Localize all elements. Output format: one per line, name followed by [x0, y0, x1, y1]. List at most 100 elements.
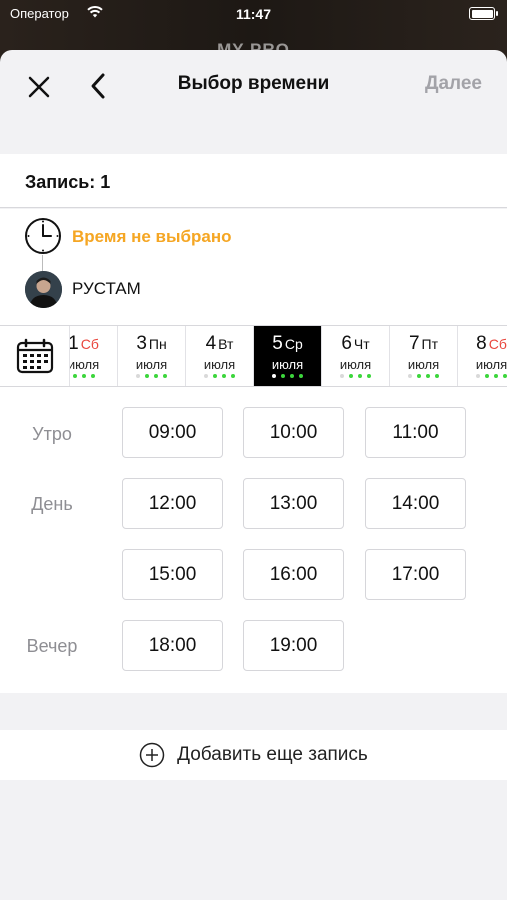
availability-dot — [367, 374, 371, 378]
day-item[interactable]: 8 Сб июля — [458, 326, 507, 386]
day-month: июля — [271, 357, 304, 372]
availability-dots — [118, 374, 185, 378]
availability-dot — [213, 374, 217, 378]
day-header: 7 Пт — [390, 333, 457, 355]
availability-dot — [417, 374, 421, 378]
day-header: 5 Ср — [254, 333, 321, 355]
day-number: 4 — [205, 333, 217, 354]
day-month: июля — [135, 357, 168, 372]
day-weekday: Вт — [218, 336, 234, 352]
availability-dot — [163, 374, 167, 378]
time-slot[interactable]: 14:00 — [365, 478, 466, 529]
availability-dot — [494, 374, 498, 378]
availability-dot — [358, 374, 362, 378]
day-header: 8 Сб — [458, 333, 507, 355]
availability-dot — [145, 374, 149, 378]
availability-dot — [81, 374, 86, 378]
day-number: 8 — [476, 333, 487, 354]
day-weekday: Сб — [488, 336, 507, 352]
nav-bar: Выбор времени Далее — [0, 50, 507, 120]
availability-dot — [154, 374, 158, 378]
day-item[interactable]: 6 Чт июля — [322, 326, 390, 386]
clock-icon — [25, 218, 61, 254]
master-name: РУСТАМ — [72, 279, 141, 298]
time-slot[interactable]: 18:00 — [122, 620, 223, 671]
plus-circle-icon — [139, 742, 165, 768]
day-item[interactable]: 3 Пн июля — [118, 326, 186, 386]
availability-dot — [426, 374, 430, 378]
calendar-button[interactable] — [0, 326, 70, 386]
availability-dot — [204, 374, 208, 378]
time-slot[interactable]: 16:00 — [243, 549, 344, 600]
time-slot[interactable]: 09:00 — [122, 407, 223, 458]
availability-dot — [290, 374, 294, 378]
day-month: июля — [203, 357, 236, 372]
record-info: Время не выбрано РУСТАМ — [0, 209, 507, 325]
day-weekday: Чт — [353, 336, 370, 352]
time-slot[interactable]: 13:00 — [243, 478, 344, 529]
period-evening-label: Вечер — [26, 636, 78, 656]
availability-dots — [322, 374, 389, 378]
day-header: 6 Чт — [322, 333, 389, 355]
availability-dot — [231, 374, 235, 378]
record-title: Запись: 1 — [25, 172, 111, 192]
time-slots-panel: Утро День Вечер 09:00 10:00 11:00 12:00 … — [0, 387, 507, 693]
availability-dot — [222, 374, 226, 378]
availability-dots — [254, 374, 321, 378]
availability-dots — [458, 374, 507, 378]
day-month: июля — [475, 357, 507, 372]
status-bar: Оператор 11:47 — [0, 0, 507, 28]
day-number: 7 — [408, 333, 420, 354]
day-number: 6 — [341, 333, 352, 354]
record-header: Запись: 1 — [0, 154, 507, 208]
day-number: 3 — [136, 333, 147, 354]
day-weekday: Пн — [148, 336, 167, 352]
date-strip: 1 Сб июля 3 Пн июля 4 Вт июля 5 Ср июля 6 Чт июля 7 Пт ию… — [0, 325, 507, 387]
day-weekday: Пт — [421, 336, 439, 352]
battery-icon — [469, 7, 498, 20]
day-weekday: Ср — [284, 336, 303, 352]
time-slot[interactable]: 17:00 — [365, 549, 466, 600]
day-item[interactable]: 1 Сб июля — [68, 326, 118, 386]
day-item[interactable]: 4 Вт июля — [186, 326, 254, 386]
status-time: 11:47 — [235, 6, 272, 22]
time-slot[interactable]: 10:00 — [243, 407, 344, 458]
availability-dot — [349, 374, 353, 378]
time-slot[interactable]: 15:00 — [122, 549, 223, 600]
day-month: июля — [339, 357, 372, 372]
day-number: 5 — [272, 333, 283, 354]
day-item[interactable]: 7 Пт июля — [390, 326, 458, 386]
connector-line — [42, 255, 43, 271]
availability-dot — [503, 374, 507, 378]
availability-dot — [281, 374, 285, 378]
day-header: 3 Пн — [118, 333, 185, 355]
availability-dot — [299, 374, 303, 378]
time-slot[interactable]: 11:00 — [365, 407, 466, 458]
availability-dot — [136, 374, 140, 378]
add-record-label: Добавить еще запись — [177, 744, 368, 765]
availability-dots — [390, 374, 457, 378]
time-picker-sheet: Выбор времени Далее Запись: 1 Время не в… — [0, 50, 507, 900]
period-day-label: День — [31, 494, 73, 514]
day-item[interactable]: 5 Ср июля — [254, 326, 322, 386]
day-list: 1 Сб июля 3 Пн июля 4 Вт июля 5 Ср июля 6 Чт июля 7 Пт ию… — [68, 326, 507, 386]
next-button[interactable]: Далее — [425, 73, 482, 95]
day-header: 4 Вт — [186, 333, 253, 355]
availability-dots — [186, 374, 253, 378]
availability-dot — [90, 374, 95, 378]
time-slot[interactable]: 19:00 — [243, 620, 344, 671]
master-avatar — [25, 271, 62, 308]
availability-dot — [272, 374, 276, 378]
availability-dot — [408, 374, 412, 378]
calendar-icon — [16, 338, 53, 374]
period-morning-label: Утро — [32, 424, 72, 444]
availability-dot — [435, 374, 439, 378]
availability-dot — [485, 374, 489, 378]
availability-dot — [72, 374, 77, 378]
time-status: Время не выбрано — [72, 227, 232, 246]
time-slot[interactable]: 12:00 — [122, 478, 223, 529]
day-weekday: Сб — [80, 336, 99, 352]
availability-dot — [476, 374, 480, 378]
availability-dot — [340, 374, 344, 378]
add-record-button[interactable]: Добавить еще запись — [0, 730, 507, 780]
